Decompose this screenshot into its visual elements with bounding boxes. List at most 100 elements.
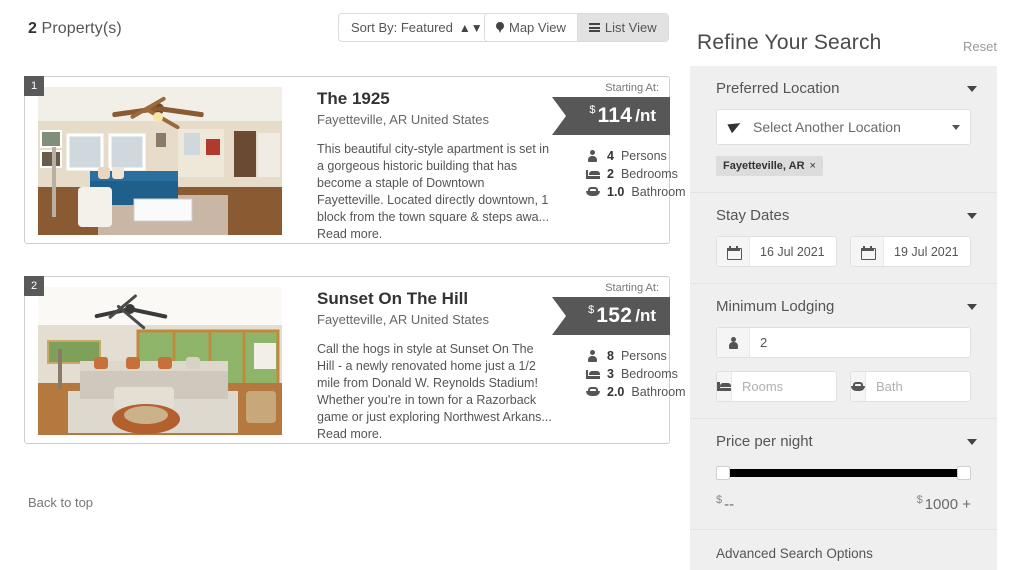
search-results-page: 2 Property(s) Sort By: Featured ▲▼ Map V…	[0, 0, 1024, 570]
price-slider-handle-max[interactable]	[957, 466, 971, 480]
spec-bathrooms-label: Bathroom	[631, 185, 686, 199]
close-icon[interactable]: ×	[810, 160, 816, 172]
bath-icon	[851, 372, 866, 401]
bath-input[interactable]	[866, 372, 970, 401]
spec-persons: 4 Persons	[585, 147, 686, 165]
section-price-per-night: Price per night $ -- $1000 +	[690, 419, 997, 530]
property-index-badge: 2	[24, 276, 44, 296]
bath-icon	[585, 187, 600, 197]
spec-bedrooms-value: 2	[607, 167, 614, 181]
chevron-down-icon	[967, 303, 977, 310]
price-max-label: $1000 +	[917, 494, 971, 513]
price-range-slider[interactable]	[716, 466, 971, 480]
sort-by-dropdown[interactable]: Sort By: Featured ▲▼	[338, 13, 496, 42]
price-currency: $	[589, 104, 596, 116]
price-range-labels: $ -- $1000 +	[716, 494, 971, 513]
checkout-date-value: 19 Jul 2021	[894, 244, 959, 259]
property-photo[interactable]	[38, 287, 282, 435]
spec-persons-label: Persons	[620, 149, 667, 163]
price-amount: 114	[597, 104, 633, 127]
guests-field[interactable]	[716, 327, 971, 358]
checkin-date-value: 16 Jul 2021	[760, 244, 825, 259]
property-title[interactable]: Sunset On The Hill	[317, 289, 468, 309]
spec-bathrooms-label: Bathroom	[631, 385, 686, 399]
chevron-down-icon	[952, 124, 960, 130]
chevron-down-icon	[967, 212, 977, 219]
price-min-currency: $	[716, 494, 723, 506]
section-header-stay-dates[interactable]: Stay Dates	[690, 193, 997, 236]
property-location: Fayetteville, AR United States	[317, 312, 489, 327]
property-location: Fayetteville, AR United States	[317, 112, 489, 127]
map-view-button[interactable]: Map View	[485, 14, 577, 41]
property-card[interactable]: 1 The 1925 Fayetteville, AR United State…	[24, 76, 686, 244]
section-header-price-per-night[interactable]: Price per night	[690, 419, 997, 462]
property-description: Call the hogs in style at Sunset On The …	[317, 342, 552, 441]
location-select[interactable]: Select Another Location	[716, 109, 971, 145]
bed-icon	[585, 169, 600, 179]
bed-icon	[717, 372, 732, 401]
result-count: 2 Property(s)	[28, 20, 122, 38]
section-title: Price per night	[716, 433, 813, 450]
section-preferred-location: Preferred Location Select Another Locati…	[690, 66, 997, 193]
view-toggle-group: Map View List View	[484, 13, 669, 42]
section-title: Minimum Lodging	[716, 298, 835, 315]
spec-bathrooms-value: 1.0	[607, 185, 625, 199]
price-min-value: --	[724, 496, 735, 513]
price-slider-handle-min[interactable]	[716, 466, 730, 480]
rooms-input[interactable]	[732, 372, 836, 401]
spec-bedrooms-label: Bedrooms	[620, 167, 678, 181]
price-currency: $	[588, 304, 595, 316]
section-body-minimum-lodging	[690, 327, 997, 418]
chevron-down-icon	[967, 438, 977, 445]
spec-persons-value: 8	[607, 349, 614, 363]
property-card[interactable]: 2 Sunset On The Hill Fayetteville, AR Un…	[24, 276, 686, 444]
navigation-arrow-icon	[729, 120, 743, 134]
section-advanced-search: Advanced Search Options	[690, 530, 997, 570]
price-ribbon: $ 152 /nt	[552, 297, 670, 335]
guests-input[interactable]	[750, 328, 970, 357]
spec-bathrooms: 1.0 Bathroom	[585, 183, 686, 201]
property-specs: 4 Persons 2 Bedrooms 1.0 Bathroom	[585, 147, 686, 201]
results-column: 2 Property(s) Sort By: Featured ▲▼ Map V…	[0, 0, 688, 570]
section-body-stay-dates: 16 Jul 2021 19 Jul 2021	[690, 236, 997, 283]
rooms-field[interactable]	[716, 371, 837, 402]
checkout-date-field[interactable]: 19 Jul 2021	[850, 236, 971, 267]
property-description: This beautiful city-style apartment is s…	[317, 142, 550, 241]
section-stay-dates: Stay Dates 16 Jul 2021 19 Jul 2021	[690, 193, 997, 284]
price-per-unit: /nt	[635, 306, 656, 325]
location-tag-fayetteville[interactable]: Fayetteville, AR ×	[716, 156, 823, 176]
property-photo[interactable]	[38, 87, 282, 235]
refine-search-sidebar: Refine Your Search Reset Preferred Locat…	[690, 0, 1024, 570]
chevron-down-icon	[967, 85, 977, 92]
spec-bedrooms: 2 Bedrooms	[585, 165, 686, 183]
section-header-minimum-lodging[interactable]: Minimum Lodging	[690, 284, 997, 327]
back-to-top-link[interactable]: Back to top	[28, 495, 93, 510]
map-view-label: Map View	[509, 20, 566, 35]
spec-bedrooms: 3 Bedrooms	[585, 365, 686, 383]
page-title: Refine Your Search	[697, 31, 882, 54]
result-count-number: 2	[28, 20, 37, 37]
result-count-label: Property(s)	[41, 20, 122, 37]
property-specs: 8 Persons 3 Bedrooms 2.0 Bathroom	[585, 347, 686, 401]
section-title: Stay Dates	[716, 207, 790, 224]
reset-button[interactable]: Reset	[963, 39, 997, 54]
bath-field[interactable]	[850, 371, 971, 402]
sort-updown-icon: ▲▼	[458, 20, 483, 35]
price-per-unit: /nt	[635, 106, 656, 125]
refine-panel: Preferred Location Select Another Locati…	[690, 66, 997, 570]
property-title[interactable]: The 1925	[317, 89, 390, 109]
rooms-bath-row	[716, 371, 971, 402]
list-view-button[interactable]: List View	[576, 14, 668, 41]
section-header-preferred-location[interactable]: Preferred Location	[690, 66, 997, 109]
spec-bathrooms: 2.0 Bathroom	[585, 383, 686, 401]
checkin-date-field[interactable]: 16 Jul 2021	[716, 236, 837, 267]
property-index-badge: 1	[24, 76, 44, 96]
advanced-search-options-link[interactable]: Advanced Search Options	[690, 530, 997, 570]
results-toolbar: 2 Property(s) Sort By: Featured ▲▼ Map V…	[0, 0, 688, 58]
person-icon	[717, 328, 750, 357]
section-title: Preferred Location	[716, 80, 840, 97]
section-body-price-per-night: $ -- $1000 +	[690, 466, 997, 529]
calendar-icon	[717, 237, 750, 266]
bath-icon	[585, 387, 600, 397]
spec-persons: 8 Persons	[585, 347, 686, 365]
